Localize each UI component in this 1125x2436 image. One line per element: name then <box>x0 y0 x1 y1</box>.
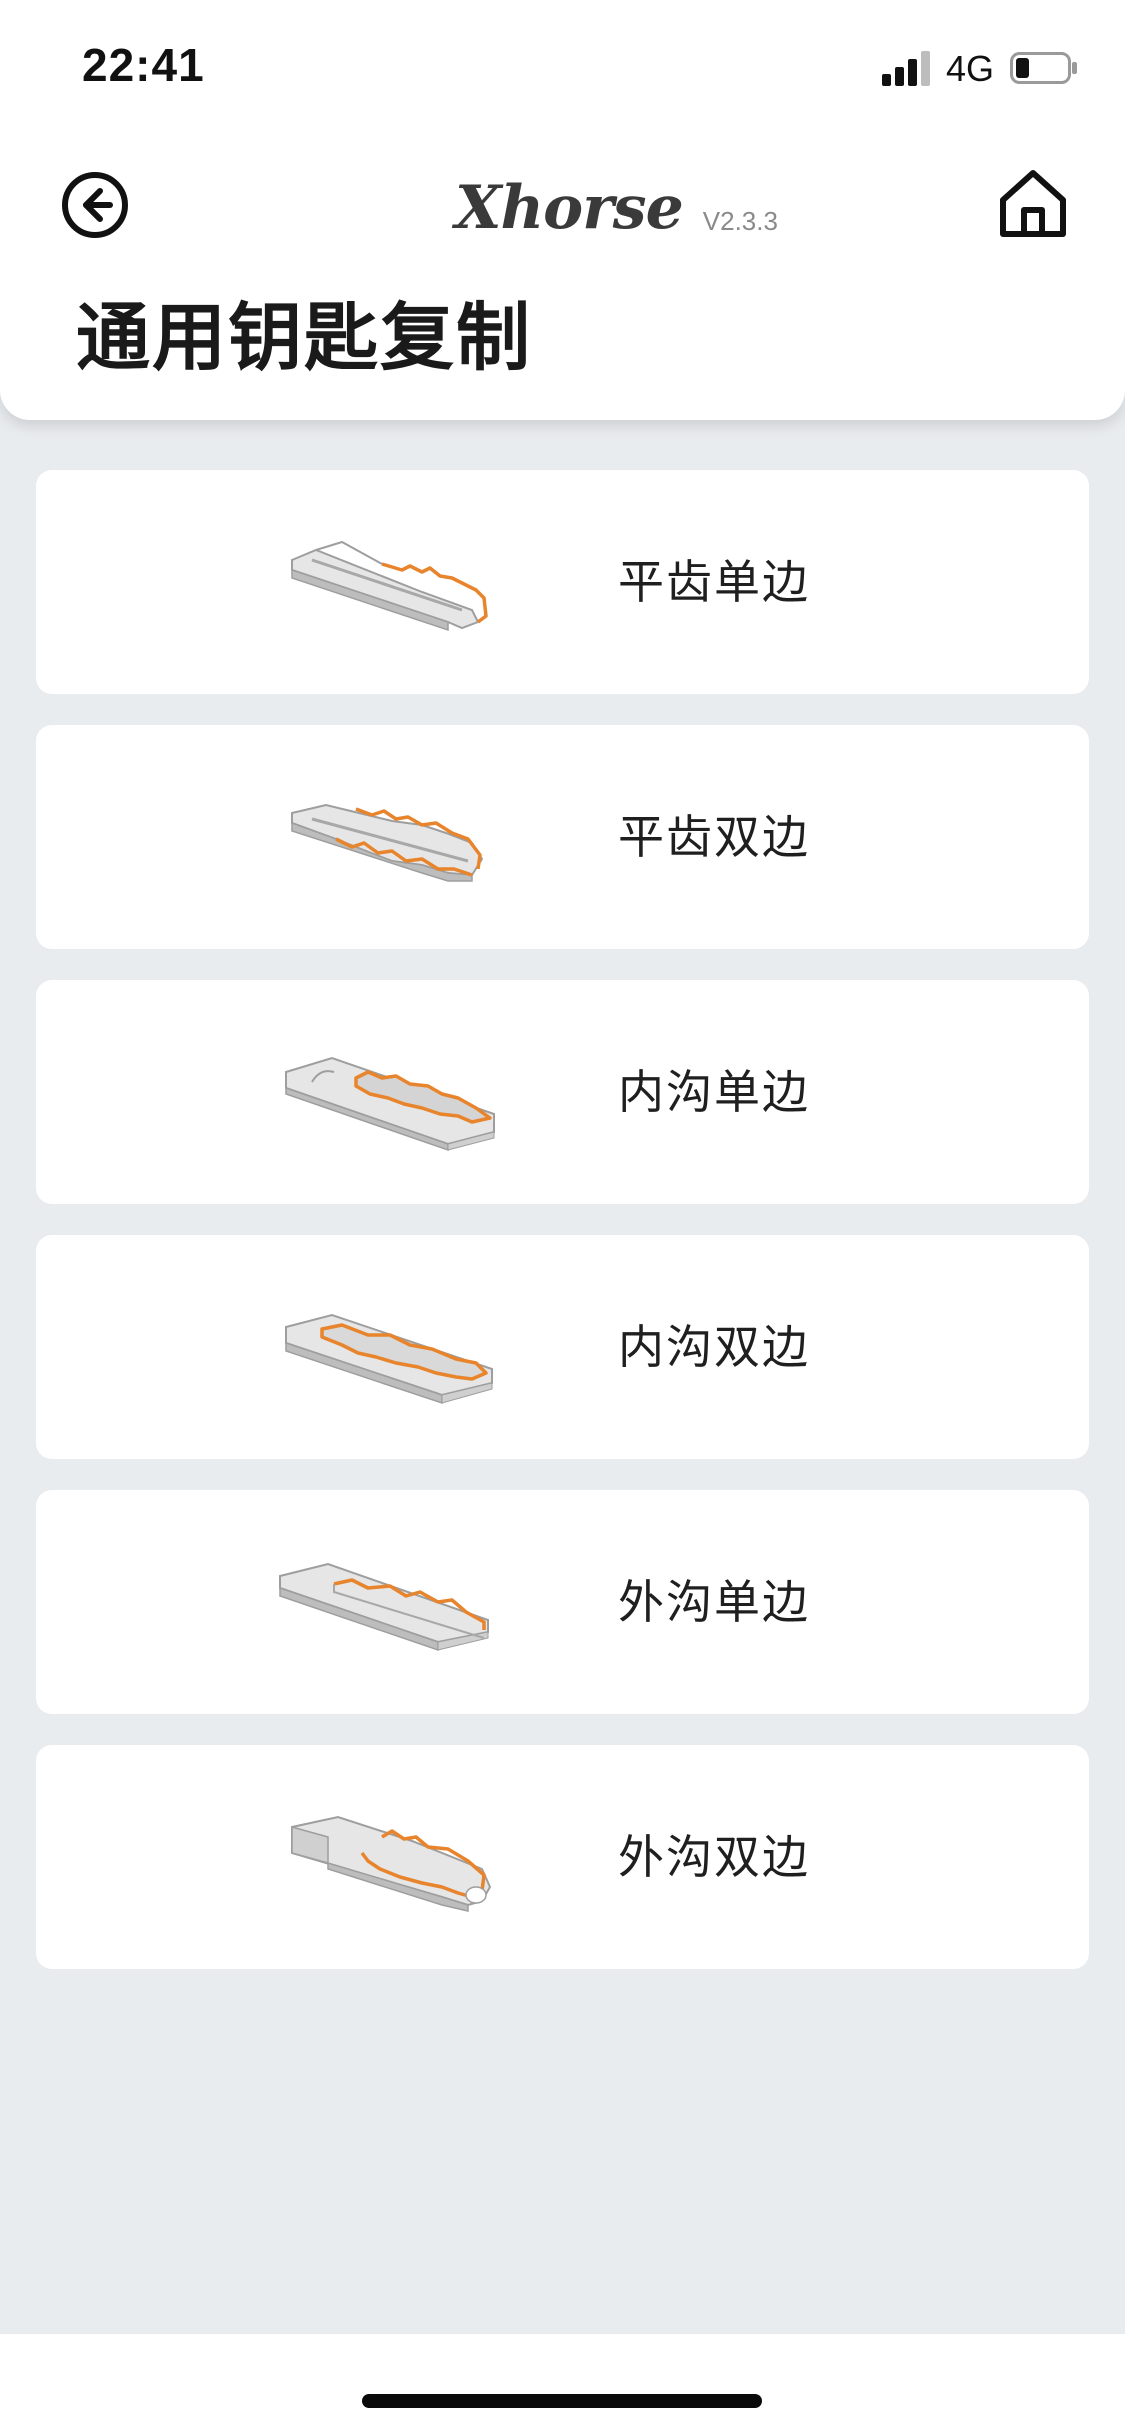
page-title: 通用钥匙复制 <box>76 295 532 381</box>
flat-single-key-icon <box>291 540 488 632</box>
nav-bar: Xhorse V2.3.3 <box>0 150 1125 250</box>
key-type-card-external-double[interactable]: 外沟双边 <box>36 1745 1089 1969</box>
key-type-card-external-single[interactable]: 外沟单边 <box>36 1490 1089 1714</box>
brand: Xhorse V2.3.3 <box>455 168 778 238</box>
internal-groove-double-key-icon <box>285 1313 493 1405</box>
card-label: 外沟双边 <box>618 1830 810 1884</box>
app-screen: 22:41 4G Xhorse V2.3.3 通用钥匙复制 平齿单边 平齿双边 … <box>0 0 1125 2436</box>
back-arrow-icon[interactable] <box>60 170 130 240</box>
card-label: 内沟双边 <box>618 1320 810 1374</box>
status-time: 22:41 <box>82 39 205 91</box>
key-type-card-internal-single[interactable]: 内沟单边 <box>36 980 1089 1204</box>
status-bar: 22:41 4G <box>0 0 1125 140</box>
home-icon[interactable] <box>994 164 1072 242</box>
signal-icon <box>882 51 930 86</box>
brand-logo: Xhorse <box>455 173 684 243</box>
flat-double-key-icon <box>291 803 484 882</box>
internal-groove-single-key-icon <box>285 1056 495 1152</box>
app-version: V2.3.3 <box>702 206 778 236</box>
key-type-card-internal-double[interactable]: 内沟双边 <box>36 1235 1089 1459</box>
card-label: 平齿双边 <box>618 810 810 864</box>
external-groove-double-key-icon <box>291 1815 492 1912</box>
key-type-card-flat-double[interactable]: 平齿双边 <box>36 725 1089 949</box>
home-indicator[interactable] <box>362 2394 762 2408</box>
card-label: 平齿单边 <box>618 555 810 609</box>
card-label: 外沟单边 <box>618 1575 810 1629</box>
key-type-list: 平齿单边 平齿双边 内沟单边 内沟双边 外沟单边 外沟双边 <box>36 470 1089 2000</box>
header: 22:41 4G Xhorse V2.3.3 通用钥匙复制 <box>0 0 1125 420</box>
network-type: 4G <box>946 48 995 89</box>
bottom-safe-area <box>0 2334 1125 2436</box>
card-label: 内沟单边 <box>618 1065 810 1119</box>
battery-icon <box>1010 52 1077 84</box>
external-groove-single-key-icon <box>279 1562 489 1652</box>
key-type-card-flat-single[interactable]: 平齿单边 <box>36 470 1089 694</box>
